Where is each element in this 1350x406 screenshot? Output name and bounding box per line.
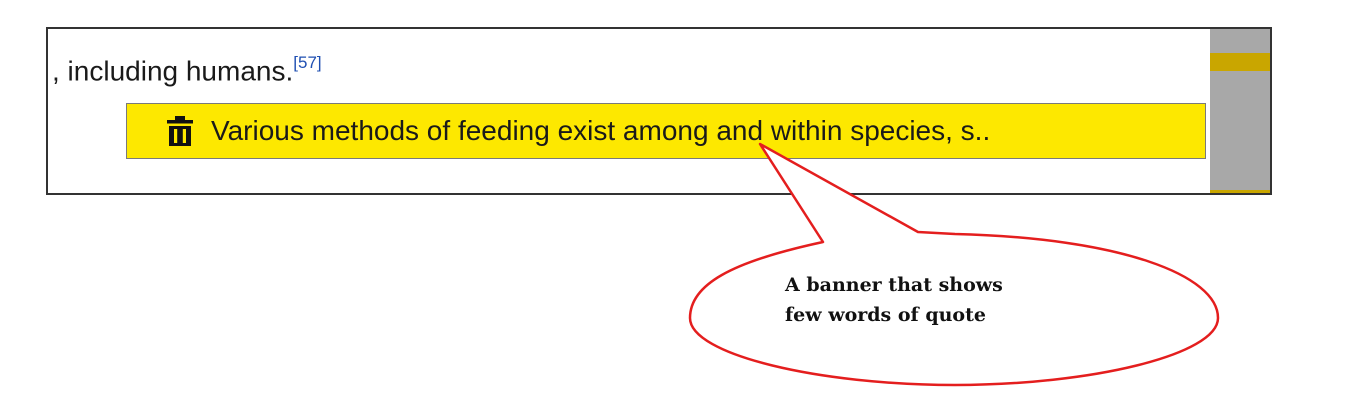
trash-icon[interactable] [165,115,195,147]
scrollbar-bottom-marker [1210,190,1270,193]
callout-text: A banner that shows few words of quote [785,270,1105,330]
scrollbar-highlight-marker [1210,53,1270,71]
quote-banner-text: Various methods of feeding exist among a… [211,115,991,146]
callout-line-2: few words of quote [785,304,986,326]
citation-link[interactable]: [57] [293,53,321,72]
article-text: , including humans.[57] [52,53,322,87]
scrollbar[interactable] [1210,29,1270,193]
article-sentence: , including humans. [52,55,294,87]
article-viewport: , including humans.[57] Various methods … [46,27,1272,195]
callout-line-1: A banner that shows [785,274,1003,296]
quote-banner[interactable]: Various methods of feeding exist among a… [126,103,1206,159]
